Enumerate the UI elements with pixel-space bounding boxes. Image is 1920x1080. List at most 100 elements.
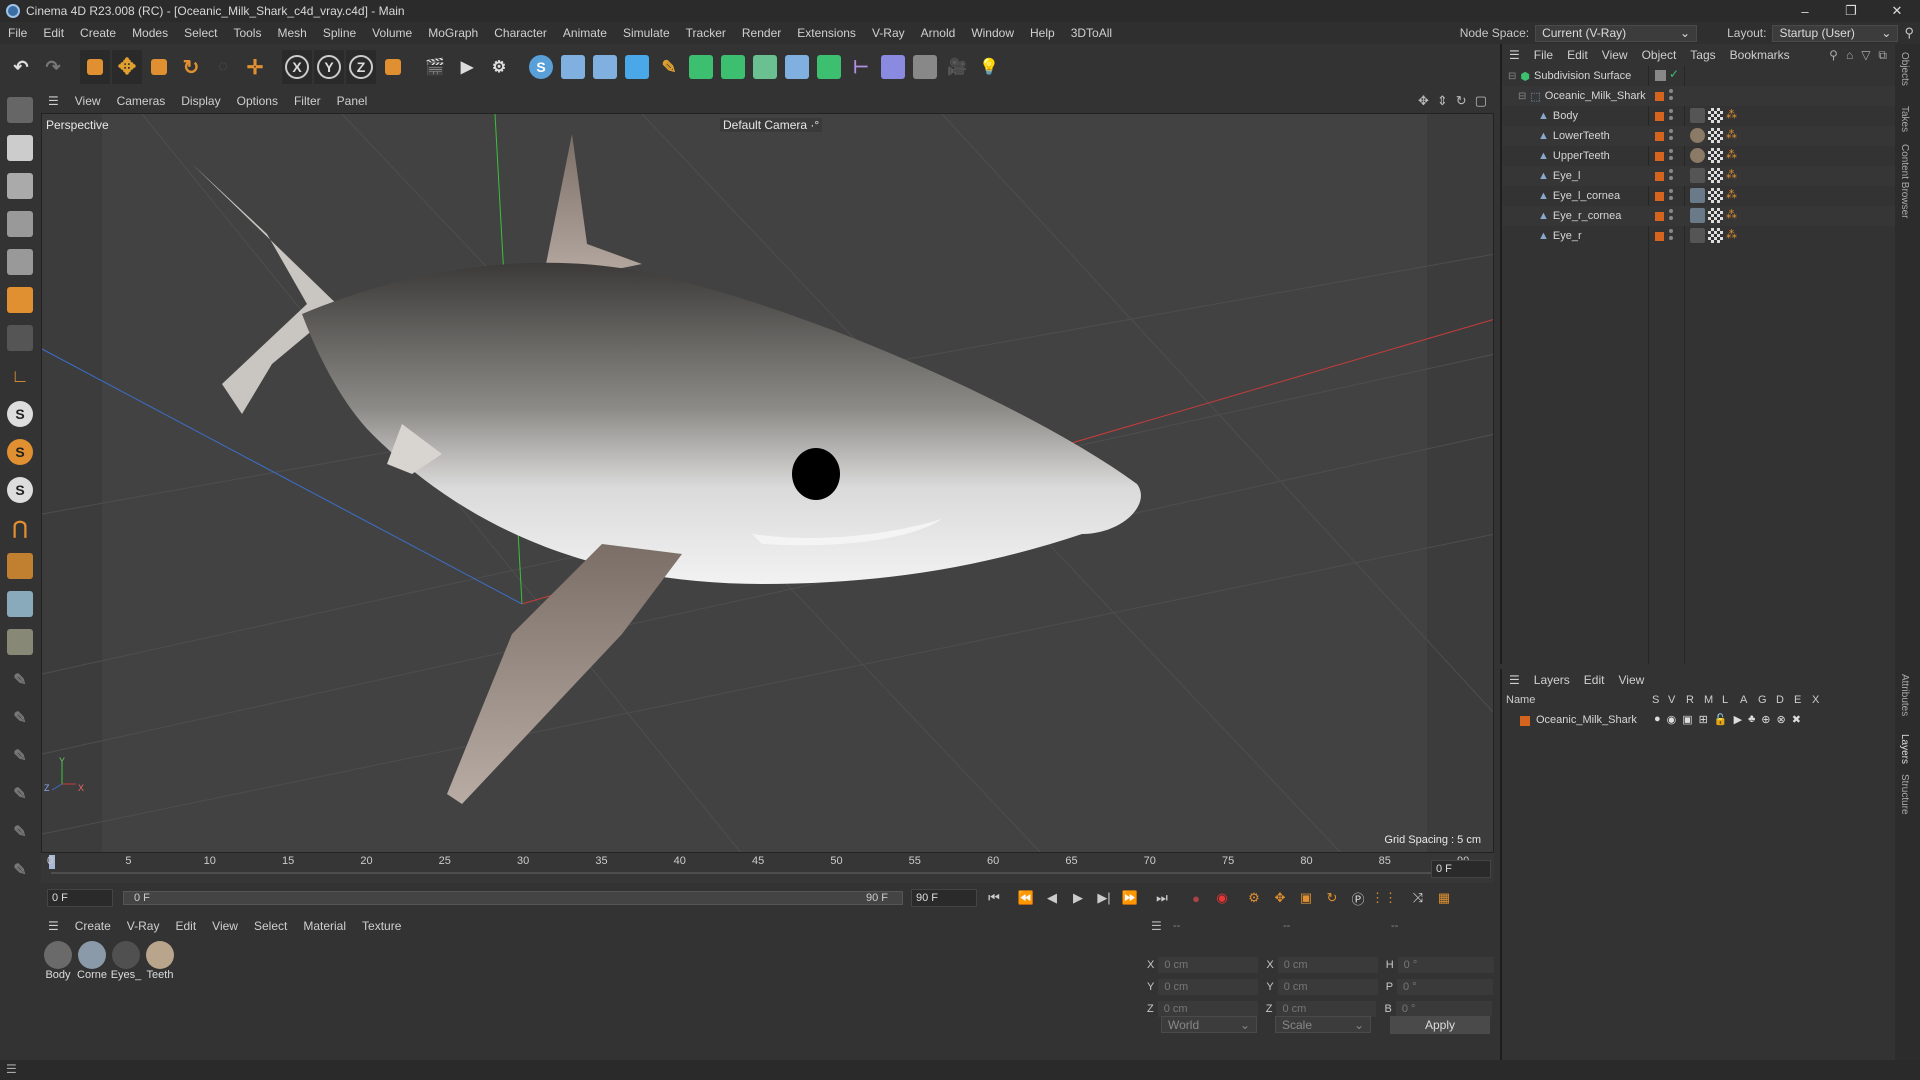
viewport-menu-cameras[interactable]: Cameras xyxy=(109,94,174,108)
menu-arnold[interactable]: Arnold xyxy=(913,26,964,40)
axis-mode-button[interactable]: ∟ xyxy=(4,360,36,392)
position-z-field[interactable]: 0 cm xyxy=(1157,1001,1258,1017)
scale-z-field[interactable]: 0 cm xyxy=(1276,1001,1377,1017)
vray-tag-icon[interactable]: ⁂ xyxy=(1726,128,1741,143)
object-menu-file[interactable]: File xyxy=(1527,48,1560,62)
dolly-icon[interactable]: ⇕ xyxy=(1437,93,1448,109)
layer-color-swatch[interactable] xyxy=(1655,212,1664,221)
animation-icon[interactable]: ▶ xyxy=(1734,713,1742,726)
vray-tag-icon[interactable]: ⁂ xyxy=(1726,168,1741,183)
hamburger-icon[interactable]: ☰ xyxy=(1502,48,1527,62)
texture-mode-button[interactable] xyxy=(4,170,36,202)
visibility-dots[interactable] xyxy=(1669,189,1673,203)
uv-mode-button[interactable] xyxy=(4,322,36,354)
object-menu-tags[interactable]: Tags xyxy=(1683,48,1722,62)
material-tag-icon[interactable] xyxy=(1690,168,1705,183)
layer-menu-edit[interactable]: Edit xyxy=(1577,673,1612,687)
menu-3dtoall[interactable]: 3DToAll xyxy=(1063,26,1120,40)
hamburger-icon[interactable]: ☰ xyxy=(6,1062,17,1076)
object-row-subdivision-surface[interactable]: ⊟ ⬢ Subdivision Surface ✓ xyxy=(1502,66,1897,86)
visibility-dots[interactable] xyxy=(1669,129,1673,143)
node-space-dropdown[interactable]: Current (V-Ray) ⌄ xyxy=(1535,24,1698,42)
layer-color-swatch[interactable] xyxy=(1655,70,1666,81)
layer-color-swatch[interactable] xyxy=(1655,152,1664,161)
vray-tag-icon[interactable]: ⁂ xyxy=(1726,108,1741,123)
character-button[interactable] xyxy=(878,50,908,84)
pan-icon[interactable]: ✥ xyxy=(1418,93,1429,109)
snap-button-2[interactable]: S xyxy=(4,436,36,468)
uvw-tag-icon[interactable] xyxy=(1708,168,1723,183)
vray-tag-icon[interactable]: ⁂ xyxy=(1726,228,1741,243)
perspective-viewport[interactable]: Y Z X Perspective Default Camera ·° Grid… xyxy=(41,113,1494,853)
rotate-tool-button[interactable]: ↻ xyxy=(176,50,206,84)
visibility-dots[interactable] xyxy=(1669,229,1673,243)
material-eyes[interactable]: Eyes_ xyxy=(110,941,142,981)
rotation-b-field[interactable]: 0 ° xyxy=(1395,1001,1492,1017)
material-tag-icon[interactable] xyxy=(1690,228,1705,243)
new-window-icon[interactable]: ⧉ xyxy=(1878,48,1887,63)
pen-button[interactable]: ✎ xyxy=(654,50,684,84)
z-axis-button[interactable]: Z xyxy=(346,50,376,84)
edge-mode-button[interactable] xyxy=(4,246,36,278)
frame-range-slider[interactable]: 0 F 90 F xyxy=(123,891,903,905)
keyframe-selection-button[interactable]: ⚙ xyxy=(1241,886,1267,910)
menu-help[interactable]: Help xyxy=(1022,26,1063,40)
material-menu-edit[interactable]: Edit xyxy=(167,919,204,933)
manager-icon[interactable]: ⊞ xyxy=(1699,713,1708,726)
subdivision-button[interactable] xyxy=(686,50,716,84)
start-frame-field[interactable]: 0 F xyxy=(47,889,113,907)
menu-select[interactable]: Select xyxy=(176,26,225,40)
python-button-1[interactable] xyxy=(558,50,588,84)
tab-content-browser[interactable]: Content Browser xyxy=(1899,144,1910,218)
workplane-button[interactable] xyxy=(4,550,36,582)
hamburger-icon[interactable]: ☰ xyxy=(40,94,67,108)
material-teeth[interactable]: Teeth xyxy=(144,941,176,981)
render-icon[interactable]: ▣ xyxy=(1682,713,1692,726)
deformer-button[interactable]: ⊢ xyxy=(846,50,876,84)
object-row-oceanic-milk-shark[interactable]: ⊟ ⬚ Oceanic_Milk_Shark xyxy=(1502,86,1897,106)
position-x-field[interactable]: 0 cm xyxy=(1158,957,1259,973)
filter-icon[interactable]: ▽ xyxy=(1861,48,1870,63)
material-menu-select[interactable]: Select xyxy=(246,919,295,933)
restore-button[interactable]: ❐ xyxy=(1828,0,1874,22)
material-menu-material[interactable]: Material xyxy=(295,919,354,933)
object-row-lowerteeth[interactable]: ▲ LowerTeeth ⁂ xyxy=(1502,126,1897,146)
move-tool-button[interactable]: ✥ xyxy=(112,50,142,84)
layer-color-swatch[interactable] xyxy=(1655,92,1664,101)
uvw-tag-icon[interactable] xyxy=(1708,148,1723,163)
brush-button-5[interactable]: ✎ xyxy=(4,816,36,848)
material-tag-icon[interactable] xyxy=(1690,148,1705,163)
material-tag-icon[interactable] xyxy=(1690,108,1705,123)
previous-frame-button[interactable]: ◀ xyxy=(1039,886,1065,910)
layer-color-swatch[interactable] xyxy=(1655,132,1664,141)
uvw-tag-icon[interactable] xyxy=(1708,108,1723,123)
apply-button[interactable]: Apply xyxy=(1390,1016,1490,1034)
coordinate-space-dropdown[interactable]: World ⌄ xyxy=(1161,1016,1257,1033)
layer-color-swatch[interactable] xyxy=(1655,112,1664,121)
current-frame-field[interactable]: 0 F xyxy=(1431,860,1491,878)
tab-structure[interactable]: Structure xyxy=(1899,774,1910,815)
floor-button[interactable] xyxy=(910,50,940,84)
material-cornea[interactable]: Corne xyxy=(76,941,108,981)
menu-render[interactable]: Render xyxy=(734,26,789,40)
cube-button[interactable] xyxy=(622,50,652,84)
menu-extensions[interactable]: Extensions xyxy=(789,26,864,40)
menu-file[interactable]: File xyxy=(0,26,35,40)
menu-mograph[interactable]: MoGraph xyxy=(420,26,486,40)
key-rotation-button[interactable]: ↻ xyxy=(1319,886,1345,910)
menu-volume[interactable]: Volume xyxy=(364,26,420,40)
object-row-eye-r-cornea[interactable]: ▲ Eye_r_cornea ⁂ xyxy=(1502,206,1897,226)
viewport-menu-display[interactable]: Display xyxy=(173,94,228,108)
object-menu-bookmarks[interactable]: Bookmarks xyxy=(1723,48,1797,62)
material-menu-create[interactable]: Create xyxy=(67,919,119,933)
y-axis-button[interactable]: Y xyxy=(314,50,344,84)
object-menu-edit[interactable]: Edit xyxy=(1560,48,1595,62)
viewport-menu-panel[interactable]: Panel xyxy=(329,94,376,108)
play-button[interactable]: ▶ xyxy=(1065,886,1091,910)
layer-menu-layers[interactable]: Layers xyxy=(1527,673,1577,687)
timeline-ruler[interactable]: 051015202530354045505560657075808590 0 F xyxy=(41,853,1494,883)
polygon-mode-button[interactable] xyxy=(4,284,36,316)
menu-mesh[interactable]: Mesh xyxy=(269,26,314,40)
search-icon[interactable]: ⚲ xyxy=(1829,48,1838,63)
expression-icon[interactable]: ⊗ xyxy=(1777,713,1786,726)
